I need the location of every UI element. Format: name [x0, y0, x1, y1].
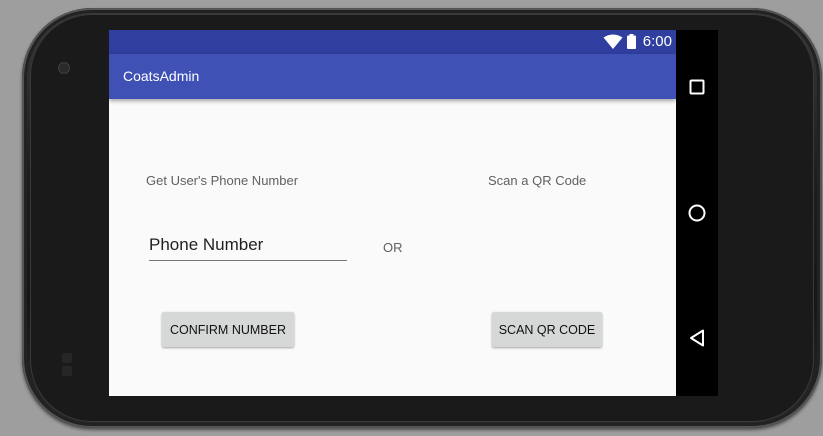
home-button[interactable] [676, 193, 718, 233]
back-icon [690, 329, 704, 347]
phone-number-input[interactable] [149, 235, 347, 255]
recents-icon [689, 79, 705, 95]
wifi-icon [603, 34, 623, 49]
confirm-number-button[interactable]: CONFIRM NUMBER [162, 312, 294, 347]
back-button[interactable] [676, 318, 718, 358]
app-bar: CoatsAdmin [109, 54, 676, 99]
status-time: 6:00 [642, 33, 672, 50]
speaker-grille [62, 366, 72, 376]
speaker-grille [62, 353, 72, 363]
home-icon [688, 204, 706, 222]
or-label: OR [383, 240, 403, 255]
status-bar: 6:00 [109, 30, 676, 54]
camera-lens [58, 62, 70, 74]
scan-qr-code-button[interactable]: SCAN QR CODE [492, 312, 602, 347]
phone-number-label: Get User's Phone Number [146, 173, 299, 188]
recents-button[interactable] [676, 67, 718, 107]
app-screen: 6:00 CoatsAdmin Get User's Phone Number … [109, 30, 676, 396]
app-title: CoatsAdmin [123, 68, 200, 84]
navigation-bar [676, 30, 718, 396]
battery-icon [626, 34, 636, 49]
qr-code-label: Scan a QR Code [488, 173, 587, 188]
status-icons: 6:00 [603, 33, 672, 50]
phone-number-field[interactable] [149, 232, 347, 261]
